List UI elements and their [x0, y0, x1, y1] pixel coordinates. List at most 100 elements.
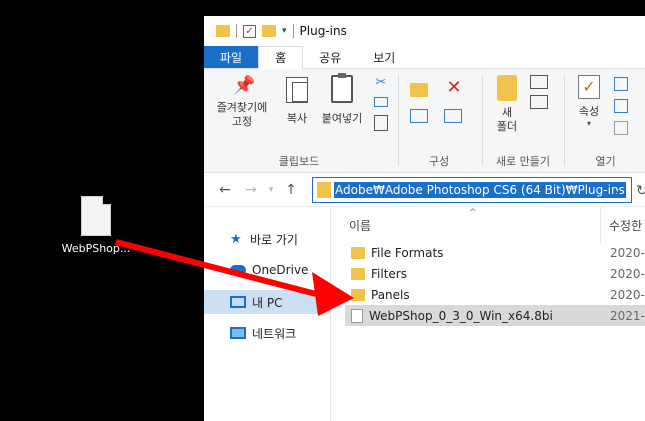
file-date: 2020-0	[610, 287, 645, 302]
ribbon-tabs: 파일 홈 공유 보기	[204, 46, 645, 69]
copy-path-icon[interactable]	[374, 97, 388, 107]
folder-icon	[351, 288, 365, 301]
paste-label: 붙여넣기	[321, 112, 363, 125]
paste-button[interactable]: 붙여넣기	[316, 73, 368, 126]
delete-icon[interactable]: ✕	[444, 77, 464, 98]
file-name: Filters	[371, 266, 407, 281]
refresh-icon[interactable]: ↻	[636, 183, 645, 199]
tab-file[interactable]: 파일	[204, 46, 259, 68]
copy-to-icon[interactable]	[410, 109, 428, 123]
copy-button[interactable]: 복사	[280, 77, 314, 126]
organize-group-label: 구성	[428, 155, 450, 168]
new-group: 새 폴더 새로 만들기	[484, 69, 562, 173]
file-name: File Formats	[371, 245, 444, 260]
chevron-down-icon[interactable]: ⌄	[614, 184, 623, 197]
organize-group: ✕ 구성	[402, 69, 476, 173]
column-name-header[interactable]: 이름	[349, 217, 371, 234]
address-bar[interactable]: Adobe₩Adobe Photoshop CS6 (64 Bit)₩Plug-…	[312, 177, 632, 203]
quick-access-dropdown-icon[interactable]: ▾	[282, 26, 287, 36]
nav-item-label: 내 PC	[252, 295, 283, 310]
divider	[398, 75, 399, 166]
cut-icon[interactable]: ✂	[372, 75, 390, 90]
pc-icon	[230, 296, 246, 308]
file-list: ^ 이름 수정한 File Formats 2020-0 Filters 202…	[331, 207, 645, 421]
divider	[482, 75, 483, 166]
new-folder-quick-icon[interactable]	[262, 25, 276, 37]
pin-label: 즐겨찾기에 고정	[216, 101, 268, 128]
nav-item-quick-access[interactable]: ★ 바로 가기	[204, 227, 330, 251]
titlebar: ✓ ▾ Plug-ins	[204, 16, 645, 46]
list-item[interactable]: Panels 2020-0	[345, 284, 645, 305]
tab-home[interactable]: 홈	[258, 46, 304, 69]
file-date: 2020-0	[610, 245, 645, 260]
properties-quick-icon[interactable]: ✓	[243, 24, 256, 38]
chevron-down-icon: ▾	[586, 119, 591, 128]
address-path[interactable]: Adobe₩Adobe Photoshop CS6 (64 Bit)₩Plug-…	[334, 182, 626, 198]
divider	[292, 24, 294, 38]
window-title: Plug-ins	[299, 24, 347, 38]
column-modified-header[interactable]: 수정한	[609, 217, 642, 234]
new-group-label: 새로 만들기	[495, 155, 551, 168]
network-icon	[230, 327, 246, 339]
clipboard-group: 📌 즐겨찾기에 고정 복사 붙여넣기 ✂ 클립보드	[204, 69, 394, 173]
list-item[interactable]: Filters 2020-0	[345, 263, 645, 284]
folder-icon	[216, 25, 230, 37]
copy-icon	[286, 77, 308, 103]
column-header: ^ 이름 수정한	[331, 207, 645, 243]
new-folder-label: 새 폴더	[496, 106, 518, 133]
nav-item-label: 네트워크	[252, 326, 297, 341]
nav-item-network[interactable]: 네트워크	[204, 321, 330, 345]
nav-item-this-pc[interactable]: 내 PC	[204, 290, 330, 314]
open-group-label: 열기	[595, 155, 616, 168]
history-icon[interactable]	[614, 121, 628, 135]
paste-icon	[331, 73, 353, 103]
file-name: Panels	[371, 287, 410, 302]
edit-icon[interactable]	[614, 99, 628, 113]
nav-item-label: OneDrive	[252, 263, 309, 277]
divider	[236, 24, 237, 38]
list-item[interactable]: File Formats 2020-0	[345, 242, 645, 263]
new-folder-button[interactable]: 새 폴더	[492, 75, 522, 134]
copy-label: 복사	[286, 112, 308, 125]
pin-to-quick-access-button[interactable]: 📌 즐겨찾기에 고정	[210, 75, 274, 129]
up-button[interactable]: ↑	[278, 182, 304, 198]
list-item[interactable]: WebPShop_0_3_0_Win_x64.8bi 2021-0	[345, 305, 645, 326]
divider	[564, 75, 565, 166]
properties-button[interactable]: ✓ 속성 ▾	[572, 75, 606, 128]
tab-view[interactable]: 보기	[357, 46, 411, 68]
back-button[interactable]: ←	[212, 182, 238, 198]
pin-icon: 📌	[233, 75, 256, 96]
ribbon: 📌 즐겨찾기에 고정 복사 붙여넣기 ✂ 클립보드 ✕ 구성 새 폴더 새로 만…	[204, 69, 645, 173]
new-item-icon[interactable]	[530, 75, 548, 89]
open-icon[interactable]	[614, 77, 628, 91]
clipboard-group-label: 클립보드	[278, 155, 320, 168]
file-name: WebPShop_0_3_0_Win_x64.8bi	[369, 308, 553, 323]
folder-icon	[317, 182, 331, 198]
file-icon	[81, 196, 111, 236]
cloud-icon	[230, 265, 246, 275]
column-divider[interactable]	[600, 207, 601, 243]
file-icon	[351, 308, 363, 323]
new-folder-icon	[497, 75, 517, 101]
easy-access-icon[interactable]	[530, 95, 548, 109]
nav-item-label: 바로 가기	[250, 232, 298, 247]
file-date: 2021-0	[610, 308, 645, 323]
address-row: ← → ▾ ↑ Adobe₩Adobe Photoshop CS6 (64 Bi…	[204, 173, 645, 207]
desktop-file-webpshop[interactable]: WebPShop...	[58, 196, 134, 255]
sort-ascending-icon: ^	[469, 208, 477, 218]
move-to-icon[interactable]	[410, 83, 428, 97]
forward-button[interactable]: →	[238, 182, 264, 198]
tab-share[interactable]: 공유	[303, 46, 357, 68]
desktop: WebPShop... ✓ ▾ Plug-ins 파일 홈 공유 보기 📌 즐겨…	[0, 0, 645, 421]
paste-shortcut-icon[interactable]	[374, 115, 388, 131]
nav-item-onedrive[interactable]: OneDrive	[204, 258, 330, 282]
properties-icon: ✓	[578, 75, 600, 99]
properties-label: 속성	[578, 105, 600, 118]
navigation-pane: ★ 바로 가기 OneDrive 내 PC 네트워크	[204, 207, 330, 421]
rename-icon[interactable]	[444, 109, 462, 123]
recent-dropdown-icon[interactable]: ▾	[264, 185, 278, 195]
folder-icon	[351, 267, 365, 280]
open-group: ✓ 속성 ▾ 열기	[566, 69, 645, 173]
explorer-body: ★ 바로 가기 OneDrive 내 PC 네트워크 ^ 이름 수정한 File…	[204, 207, 645, 421]
file-explorer-window: ✓ ▾ Plug-ins 파일 홈 공유 보기 📌 즐겨찾기에 고정 복사 붙여…	[204, 16, 645, 421]
